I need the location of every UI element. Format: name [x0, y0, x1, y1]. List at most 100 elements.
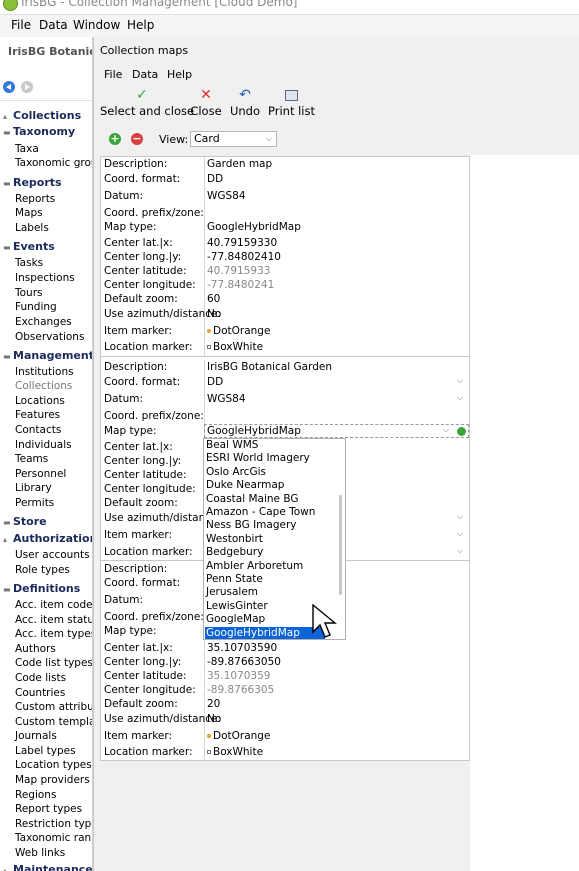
nav-section-definitions[interactable]: ▬ Definitions	[3, 582, 80, 595]
chevron-down-icon[interactable]: ⌵	[441, 425, 451, 435]
nav-item-observations[interactable]: Observations	[15, 331, 84, 343]
view-select[interactable]: Card ⌵	[190, 131, 277, 147]
value-default-zoom[interactable]: 60	[207, 293, 220, 305]
nav-item-custom-template[interactable]: Custom template	[15, 716, 92, 728]
value-center-lat-x[interactable]: 40.79159330	[207, 237, 277, 249]
nav-item-permits[interactable]: Permits	[15, 497, 54, 509]
nav-section-collections[interactable]: ▴ Collections	[3, 109, 81, 122]
close-button[interactable]: ✕ Close	[190, 87, 222, 121]
nav-item-label-types[interactable]: Label types	[15, 745, 76, 757]
nav-item-regions[interactable]: Regions	[15, 789, 56, 801]
dialog-menu-help[interactable]: Help	[167, 68, 192, 81]
nav-item-acc-item-types[interactable]: Acc. item types	[15, 628, 92, 640]
value-location-marker[interactable]: BoxWhite	[207, 746, 263, 758]
nav-item-custom-attribute[interactable]: Custom attribute	[15, 701, 92, 713]
dialog-menu-data[interactable]: Data	[132, 68, 158, 81]
select-and-close-button[interactable]: ✓ Select and close	[100, 87, 194, 121]
datum-select[interactable]: WGS84	[207, 393, 246, 405]
nav-item-teams[interactable]: Teams	[15, 453, 48, 465]
dialog-menu-file[interactable]: File	[104, 68, 122, 81]
value-description[interactable]: Garden map	[207, 158, 272, 170]
nav-item-locations[interactable]: Locations	[15, 395, 65, 407]
value-datum[interactable]: WGS84	[207, 190, 246, 202]
value-center-long-y[interactable]: -77.84802410	[207, 251, 281, 263]
value-item-marker[interactable]: DotOrange	[207, 730, 270, 742]
nav-item-contacts[interactable]: Contacts	[15, 424, 61, 436]
print-list-button[interactable]: Print list	[268, 87, 315, 121]
nav-item-personnel[interactable]: Personnel	[15, 468, 66, 480]
dropdown-option[interactable]: ESRI World Imagery	[205, 452, 335, 465]
dropdown-option[interactable]: Penn State	[205, 573, 335, 586]
map-card[interactable]: Description: Garden map Coord. format: DD …	[101, 157, 469, 357]
value-default-zoom[interactable]: 20	[207, 698, 220, 710]
nav-section-maintenance[interactable]: ▴ Maintenance	[3, 863, 92, 871]
dropdown-option[interactable]: Coastal Maine BG	[205, 493, 335, 506]
nav-section-reports[interactable]: ▬ Reports	[3, 176, 62, 189]
nav-item-tours[interactable]: Tours	[15, 287, 43, 299]
value-item-marker[interactable]: DotOrange	[207, 325, 270, 337]
dropdown-option[interactable]: Oslo ArcGis	[205, 466, 335, 479]
value-description[interactable]: IrisBG Botanical Garden	[207, 361, 332, 373]
nav-section-store[interactable]: ▬ Store	[3, 515, 47, 528]
value-center-lat-x[interactable]: 35.10703590	[207, 642, 277, 654]
value-center-long-y[interactable]: -89.87663050	[207, 656, 281, 668]
nav-item-map-providers[interactable]: Map providers	[15, 774, 90, 786]
value-use-azimuth[interactable]: No	[207, 713, 221, 725]
chevron-down-icon[interactable]: ⌵	[455, 546, 465, 556]
value-map-type[interactable]: GoogleHybridMap	[207, 425, 301, 437]
nav-section-authorization[interactable]: ▴ Authorization	[3, 532, 92, 545]
nav-item-location-types[interactable]: Location types	[15, 759, 92, 771]
value-coord-format[interactable]: DD	[207, 173, 223, 185]
nav-item-labels[interactable]: Labels	[15, 222, 49, 234]
back-icon[interactable]	[3, 81, 15, 93]
nav-section-management[interactable]: ▬ Management	[3, 349, 92, 362]
nav-item-code-lists[interactable]: Code lists	[15, 672, 66, 684]
nav-item-taxonomic-ranks[interactable]: Taxonomic ranks	[15, 832, 92, 844]
nav-item-reports[interactable]: Reports	[15, 193, 55, 205]
nav-item-acc-item-status[interactable]: Acc. item status	[15, 614, 92, 626]
nav-item-web-links[interactable]: Web links	[15, 847, 65, 859]
dropdown-option[interactable]: Beal WMS	[205, 439, 335, 452]
remove-icon[interactable]: −	[131, 133, 143, 145]
dropdown-option-selected[interactable]: GoogleHybridMap	[205, 627, 325, 639]
add-icon[interactable]: +	[109, 133, 121, 145]
menu-window[interactable]: Window	[73, 18, 120, 32]
nav-item-taxa[interactable]: Taxa	[15, 143, 39, 155]
chevron-down-icon[interactable]: ⌵	[455, 529, 465, 539]
nav-item-report-types[interactable]: Report types	[15, 803, 82, 815]
dropdown-option[interactable]: Westonbirt	[205, 533, 335, 546]
nav-item-user-accounts[interactable]: User accounts	[15, 549, 90, 561]
menu-data[interactable]: Data	[39, 18, 68, 32]
nav-item-collections-active[interactable]: Collections	[15, 380, 72, 392]
chevron-down-icon[interactable]: ⌵	[455, 376, 465, 386]
nav-item-exchanges[interactable]: Exchanges	[15, 316, 72, 328]
dropdown-option[interactable]: Ambler Arboretum	[205, 560, 335, 573]
nav-section-events[interactable]: ▬ Events	[3, 240, 55, 253]
chevron-down-icon[interactable]: ⌵	[455, 512, 465, 522]
nav-item-tasks[interactable]: Tasks	[15, 257, 43, 269]
nav-item-individuals[interactable]: Individuals	[15, 439, 72, 451]
nav-item-taxonomic-group[interactable]: Taxonomic group	[15, 157, 92, 169]
dropdown-option[interactable]: Ness BG Imagery	[205, 519, 335, 532]
nav-item-role-types[interactable]: Role types	[15, 564, 70, 576]
menu-file[interactable]: File	[11, 18, 31, 32]
dropdown-option[interactable]: Jerusalem	[205, 586, 335, 599]
nav-item-inspections[interactable]: Inspections	[15, 272, 75, 284]
nav-item-journals[interactable]: Journals	[15, 730, 57, 742]
nav-section-taxonomy[interactable]: ▬ Taxonomy	[3, 125, 75, 138]
coord-format-select[interactable]: DD	[207, 376, 223, 388]
dropdown-option[interactable]: Duke Nearmap	[205, 479, 335, 492]
nav-item-authors[interactable]: Authors	[15, 643, 56, 655]
nav-item-restriction-types[interactable]: Restriction types	[15, 818, 92, 830]
dropdown-option[interactable]: Bedgebury	[205, 546, 335, 559]
nav-item-countries[interactable]: Countries	[15, 687, 65, 699]
nav-item-features[interactable]: Features	[15, 409, 60, 421]
undo-button[interactable]: ↶ Undo	[228, 87, 262, 121]
dropdown-scrollbar[interactable]	[339, 495, 342, 595]
value-map-type[interactable]: GoogleHybridMap	[207, 221, 301, 233]
nav-item-library[interactable]: Library	[15, 482, 52, 494]
nav-item-acc-item-codes[interactable]: Acc. item codes	[15, 599, 92, 611]
value-use-azimuth[interactable]: No	[207, 308, 221, 320]
menu-help[interactable]: Help	[127, 18, 154, 32]
map-preview-icon[interactable]	[457, 427, 466, 436]
